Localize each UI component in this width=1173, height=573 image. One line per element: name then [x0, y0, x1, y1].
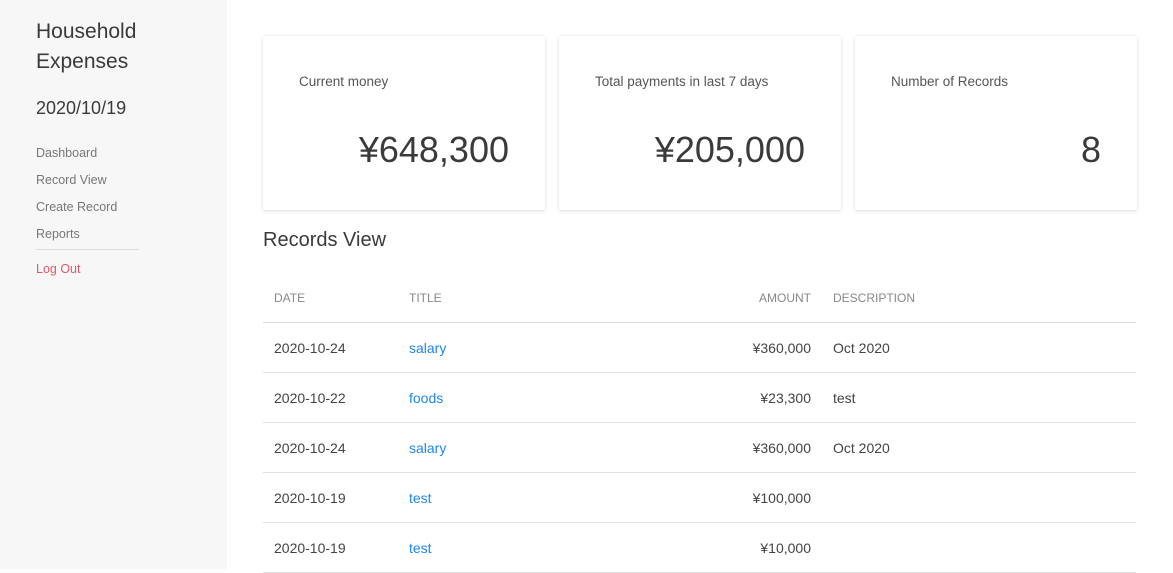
cell-description: Oct 2020	[822, 422, 1136, 473]
column-header-description: DESCRIPTION	[822, 274, 1136, 323]
cell-description	[822, 472, 1136, 523]
nav-reports[interactable]: Reports	[36, 224, 139, 251]
card-value: 8	[1080, 129, 1101, 170]
card-label: Number of Records	[891, 74, 1009, 89]
record-title-link[interactable]: salary	[409, 440, 446, 456]
weekly-payments-card: Total payments in last 7 days ¥205,000	[559, 36, 841, 210]
cell-date: 2020-10-19	[263, 522, 398, 573]
nav-dashboard[interactable]: Dashboard	[36, 143, 139, 170]
card-label: Current money	[299, 74, 389, 89]
records-table: DATE TITLE AMOUNT DESCRIPTION 2020-10-24…	[263, 274, 1136, 573]
nav-divider	[36, 249, 139, 250]
card-label: Total payments in last 7 days	[595, 74, 769, 89]
cell-amount: ¥100,000	[620, 472, 822, 523]
table-row: 2020-10-19 test ¥10,000	[263, 522, 1136, 573]
cell-amount: ¥360,000	[620, 422, 822, 473]
app-title: Household Expenses	[36, 20, 137, 73]
cell-description: test	[822, 372, 1136, 423]
record-count-card: Number of Records 8	[855, 36, 1137, 210]
cell-description: Oct 2020	[822, 322, 1136, 373]
table-row: 2020-10-19 test ¥100,000	[263, 472, 1136, 523]
cell-amount: ¥23,300	[620, 372, 822, 423]
nav-create-record[interactable]: Create Record	[36, 197, 139, 224]
cell-date: 2020-10-22	[263, 372, 398, 423]
column-header-amount: AMOUNT	[620, 274, 822, 323]
current-date: 2020/10/19	[36, 98, 127, 118]
record-title-link[interactable]: test	[409, 540, 432, 556]
cell-date: 2020-10-24	[263, 322, 398, 373]
table-row: 2020-10-24 salary ¥360,000 Oct 2020	[263, 322, 1136, 373]
sidebar: Household Expenses 2020/10/19 Dashboard …	[0, 0, 227, 569]
current-money-card: Current money ¥648,300	[263, 36, 545, 210]
record-title-link[interactable]: test	[409, 490, 432, 506]
logout-link[interactable]: Log Out	[36, 259, 139, 286]
cell-amount: ¥360,000	[620, 322, 822, 373]
cell-description	[822, 522, 1136, 573]
sidebar-nav: Dashboard Record View Create Record Repo…	[36, 143, 139, 286]
cell-date: 2020-10-24	[263, 422, 398, 473]
cell-date: 2020-10-19	[263, 472, 398, 523]
column-header-date: DATE	[263, 274, 398, 323]
card-value: ¥648,300	[358, 129, 509, 170]
card-value: ¥205,000	[654, 129, 805, 170]
table-row: 2020-10-22 foods ¥23,300 test	[263, 372, 1136, 423]
table-header-row: DATE TITLE AMOUNT DESCRIPTION	[263, 274, 1136, 323]
records-view-title: Records View	[263, 229, 387, 251]
record-title-link[interactable]: foods	[409, 390, 443, 406]
nav-record-view[interactable]: Record View	[36, 170, 139, 197]
column-header-title: TITLE	[398, 274, 620, 323]
record-title-link[interactable]: salary	[409, 340, 446, 356]
table-row: 2020-10-24 salary ¥360,000 Oct 2020	[263, 422, 1136, 473]
cell-amount: ¥10,000	[620, 522, 822, 573]
